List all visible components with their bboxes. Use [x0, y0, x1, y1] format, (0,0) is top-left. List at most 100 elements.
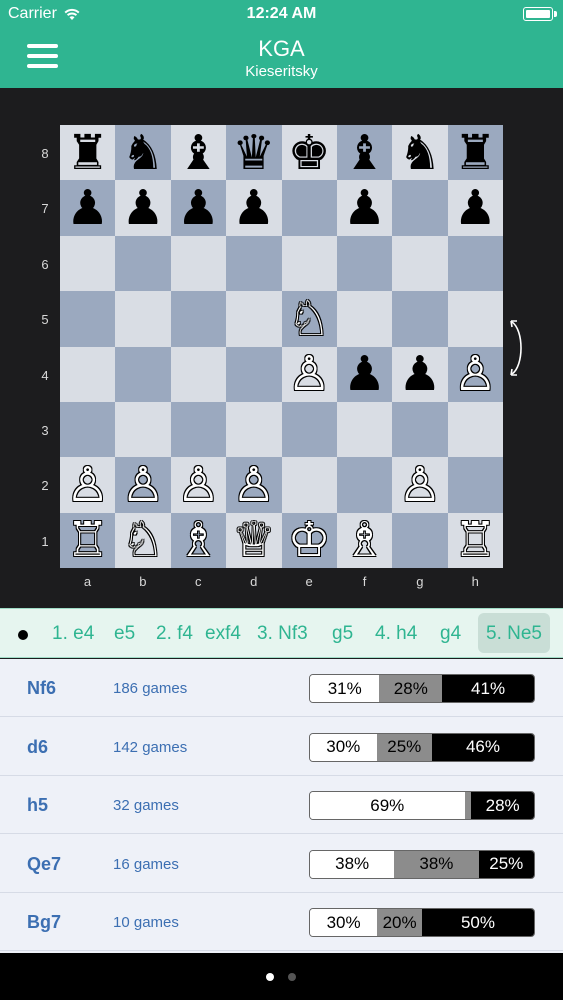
square-a2[interactable]: ♙ — [60, 457, 116, 513]
chess-piece[interactable]: ♙ — [454, 350, 497, 398]
chess-piece[interactable]: ♖ — [66, 516, 109, 564]
chess-piece[interactable]: ♟ — [398, 350, 441, 398]
move-7[interactable]: 4. h4 — [375, 623, 417, 645]
square-d8[interactable]: ♛ — [226, 125, 282, 181]
square-d1[interactable]: ♕ — [226, 512, 282, 568]
square-c5[interactable] — [170, 291, 227, 347]
square-b1[interactable]: ♘ — [115, 512, 171, 568]
square-b3[interactable] — [115, 401, 171, 458]
square-h4[interactable]: ♙ — [447, 346, 503, 402]
square-a3[interactable] — [60, 401, 116, 458]
chess-piece[interactable]: ♞ — [398, 129, 441, 177]
square-h3[interactable] — [447, 401, 503, 458]
move-6[interactable]: g5 — [332, 623, 353, 645]
square-g1[interactable] — [392, 512, 448, 568]
move-1[interactable]: 1. e4 — [52, 623, 94, 645]
square-c7[interactable]: ♟ — [170, 180, 227, 236]
move-3[interactable]: 2. f4 — [156, 623, 193, 645]
chess-piece[interactable]: ♟ — [66, 184, 109, 232]
square-f3[interactable] — [336, 401, 393, 458]
chess-piece[interactable]: ♙ — [398, 461, 441, 509]
chess-piece[interactable]: ♜ — [66, 129, 109, 177]
square-a4[interactable] — [60, 346, 116, 402]
chess-piece[interactable]: ♕ — [232, 516, 275, 564]
stats-row[interactable]: h5 32 games 69% 28% — [0, 776, 563, 834]
square-b5[interactable] — [115, 291, 171, 347]
stats-row[interactable]: Bg7 10 games 30% 20% 50% — [0, 893, 563, 951]
chess-piece[interactable]: ♘ — [122, 516, 165, 564]
move-4[interactable]: exf4 — [205, 623, 241, 645]
square-c1[interactable]: ♗ — [170, 512, 227, 568]
square-h7[interactable]: ♟ — [447, 180, 503, 236]
square-a8[interactable]: ♜ — [60, 125, 116, 181]
square-e5[interactable]: ♘ — [281, 291, 337, 347]
chess-piece[interactable]: ♟ — [177, 184, 220, 232]
start-position-dot[interactable] — [18, 630, 28, 640]
chess-piece[interactable]: ♗ — [343, 516, 386, 564]
square-f2[interactable] — [336, 457, 393, 513]
move-8[interactable]: g4 — [440, 623, 461, 645]
move-9[interactable]: 5. Ne5 — [478, 613, 550, 653]
square-c8[interactable]: ♝ — [170, 125, 227, 181]
square-g7[interactable] — [392, 180, 448, 236]
square-c3[interactable] — [170, 401, 227, 458]
square-c4[interactable] — [170, 346, 227, 402]
chess-piece[interactable]: ♔ — [288, 516, 331, 564]
chess-piece[interactable]: ♟ — [454, 184, 497, 232]
square-f1[interactable]: ♗ — [336, 512, 393, 568]
stats-row[interactable]: d6 142 games 30% 25% 46% — [0, 718, 563, 776]
square-f5[interactable] — [336, 291, 393, 347]
move-5[interactable]: 3. Nf3 — [257, 623, 308, 645]
square-g8[interactable]: ♞ — [392, 125, 448, 181]
square-a1[interactable]: ♖ — [60, 512, 116, 568]
square-e8[interactable]: ♚ — [281, 125, 337, 181]
stats-row[interactable]: Qe7 16 games 38% 38% 25% — [0, 835, 563, 893]
square-d5[interactable] — [226, 291, 282, 347]
chess-piece[interactable]: ♟ — [232, 184, 275, 232]
square-c6[interactable] — [170, 235, 227, 292]
square-e3[interactable] — [281, 401, 337, 458]
chess-piece[interactable]: ♞ — [122, 129, 165, 177]
chess-piece[interactable]: ♚ — [288, 129, 331, 177]
square-d7[interactable]: ♟ — [226, 180, 282, 236]
square-a6[interactable] — [60, 235, 116, 292]
chess-board[interactable]: ♜ ♞ ♝ ♛ ♚ ♝ ♞ ♜ ♟ ♟ ♟ ♟ ♟ ♟ ♘ ♙ ♟ ♟ ♙ ♙ ♙ ♙ ♙ ♙ ♖ ♘ ♗ ♕ ♔ ♗ ♖ — [60, 125, 503, 568]
square-h6[interactable] — [447, 235, 503, 292]
flip-board-icon[interactable] — [508, 318, 528, 378]
square-h1[interactable]: ♖ — [447, 512, 503, 568]
square-c2[interactable]: ♙ — [170, 457, 227, 513]
square-e6[interactable] — [281, 235, 337, 292]
chess-piece[interactable]: ♟ — [343, 184, 386, 232]
move-2[interactable]: e5 — [114, 623, 135, 645]
square-b6[interactable] — [115, 235, 171, 292]
chess-piece[interactable]: ♙ — [122, 461, 165, 509]
square-b7[interactable]: ♟ — [115, 180, 171, 236]
square-e7[interactable] — [281, 180, 337, 236]
stats-row[interactable]: Nf6 186 games 31% 28% 41% — [0, 659, 563, 717]
square-a5[interactable] — [60, 291, 116, 347]
chess-piece[interactable]: ♛ — [232, 129, 275, 177]
square-f7[interactable]: ♟ — [336, 180, 393, 236]
chess-piece[interactable]: ♖ — [454, 516, 497, 564]
square-e4[interactable]: ♙ — [281, 346, 337, 402]
square-b2[interactable]: ♙ — [115, 457, 171, 513]
chess-piece[interactable]: ♜ — [454, 129, 497, 177]
square-g6[interactable] — [392, 235, 448, 292]
square-g3[interactable] — [392, 401, 448, 458]
square-d4[interactable] — [226, 346, 282, 402]
chess-piece[interactable]: ♘ — [288, 295, 331, 343]
square-e2[interactable] — [281, 457, 337, 513]
chess-piece[interactable]: ♟ — [122, 184, 165, 232]
chess-piece[interactable]: ♝ — [177, 129, 220, 177]
square-g4[interactable]: ♟ — [392, 346, 448, 402]
chess-piece[interactable]: ♙ — [232, 461, 275, 509]
square-g2[interactable]: ♙ — [392, 457, 448, 513]
square-f8[interactable]: ♝ — [336, 125, 393, 181]
chess-piece[interactable]: ♝ — [343, 129, 386, 177]
chess-piece[interactable]: ♗ — [177, 516, 220, 564]
square-b8[interactable]: ♞ — [115, 125, 171, 181]
chess-piece[interactable]: ♙ — [66, 461, 109, 509]
page-dot-1[interactable] — [266, 973, 274, 981]
square-g5[interactable] — [392, 291, 448, 347]
square-f4[interactable]: ♟ — [336, 346, 393, 402]
